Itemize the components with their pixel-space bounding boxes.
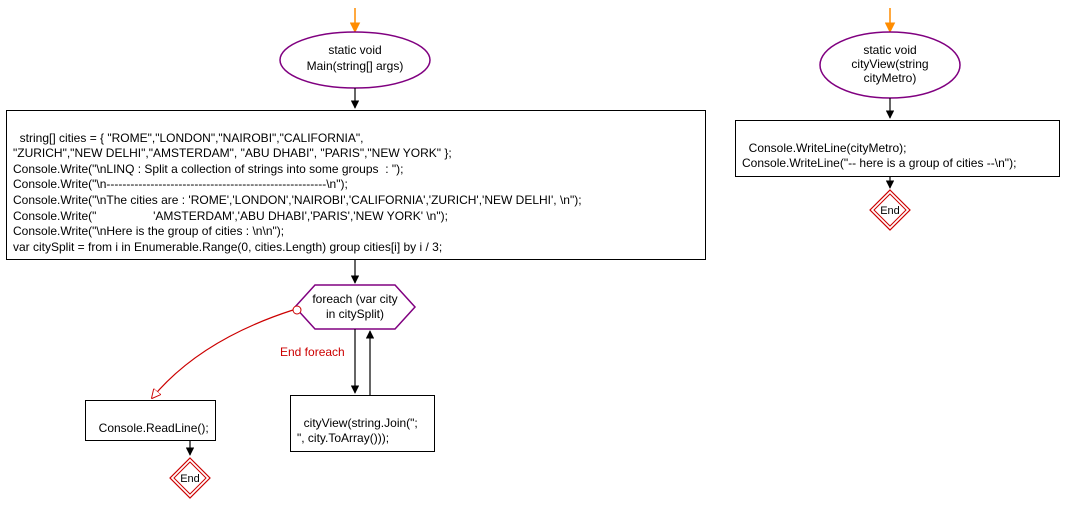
cityview-code-block: Console.WriteLine(cityMetro); Console.Wr… [735, 120, 1060, 177]
readline-box: Console.ReadLine(); [85, 400, 216, 441]
main-code-block: string[] cities = { "ROME","LONDON","NAI… [6, 110, 706, 260]
cityview-end-text: End [880, 205, 900, 217]
cityview-code-text: Console.WriteLine(cityMetro); Console.Wr… [742, 141, 1016, 171]
main-ellipse-line1: static void [328, 43, 381, 57]
readline-text: Console.ReadLine(); [99, 421, 209, 435]
foreach-line1: foreach (var city [312, 292, 397, 306]
cityview-ellipse-line2: cityView(string [851, 57, 928, 71]
foreach-exit-dot [293, 306, 301, 314]
cityview-call-text: cityView(string.Join("; ", city.ToArray(… [297, 416, 418, 446]
cityview-ellipse-line1: static void [863, 43, 916, 57]
main-ellipse-line2: Main(string[] args) [307, 59, 404, 73]
main-end-text: End [180, 473, 200, 485]
cityview-ellipse-line3: cityMetro) [864, 71, 917, 85]
cityview-call-box: cityView(string.Join("; ", city.ToArray(… [290, 395, 435, 452]
end-foreach-label: End foreach [280, 345, 345, 359]
main-code-text: string[] cities = { "ROME","LONDON","NAI… [13, 131, 582, 254]
foreach-line2: in citySplit) [326, 307, 384, 321]
